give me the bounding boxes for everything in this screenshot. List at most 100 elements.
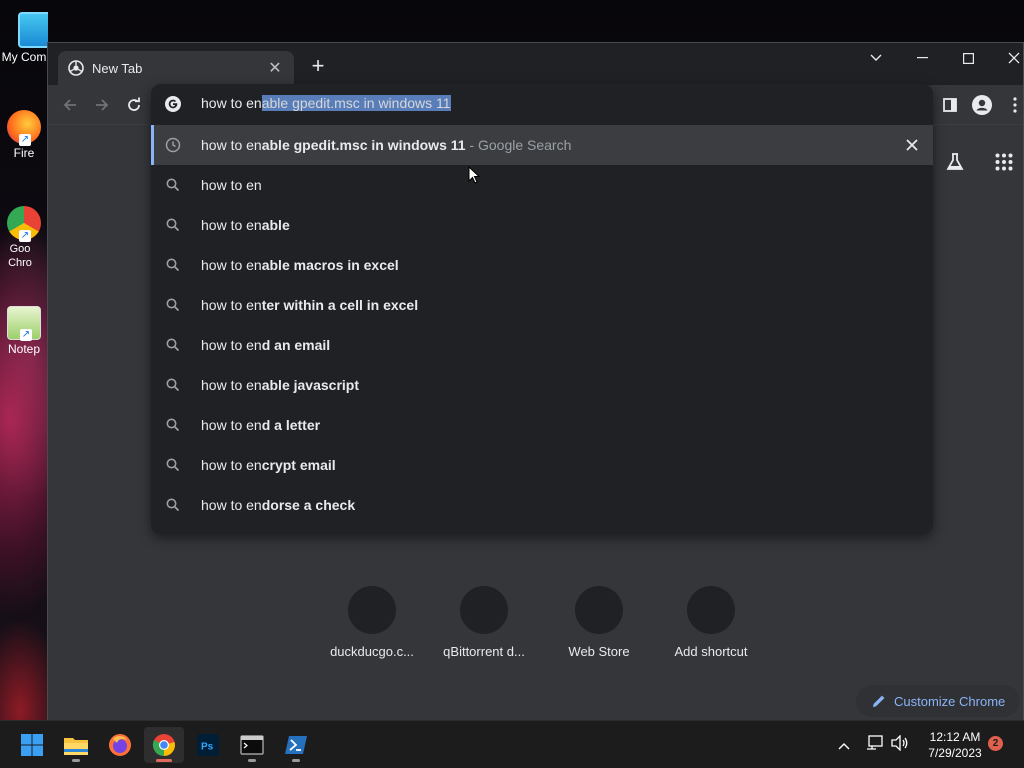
taskbar-powershell[interactable] <box>276 727 316 763</box>
desktop-icon-label: Goo Chro <box>8 243 32 269</box>
powershell-icon <box>285 736 307 754</box>
monitor-icon <box>18 12 48 48</box>
suggestion-completion: able gpedit.msc in windows 11 <box>261 137 466 153</box>
volume-tray-button[interactable] <box>891 734 909 756</box>
taskbar-clock[interactable]: 12:12 AM 7/29/2023 <box>918 729 992 761</box>
profile-button[interactable] <box>970 93 994 117</box>
shortcut-tile[interactable]: qBittorrent d... <box>428 586 540 659</box>
customize-chrome-label: Customize Chrome <box>894 693 1006 709</box>
labs-button[interactable] <box>941 148 969 176</box>
desktop-icon-chrome[interactable]: ↗ Goo Chro <box>0 206 48 270</box>
shortcut-label: Web Store <box>568 644 630 659</box>
suggestion-completion: able macros in excel <box>261 257 399 273</box>
suggestion-meta: - Google Search <box>465 137 572 153</box>
notification-badge[interactable]: 2 <box>988 736 1003 751</box>
search-icon <box>166 218 180 232</box>
suggestion-text: how to encrypt email <box>201 457 336 473</box>
taskbar-firefox[interactable] <box>100 727 140 763</box>
search-icon <box>166 418 180 432</box>
terminal-icon <box>240 735 264 755</box>
history-icon <box>165 137 181 153</box>
suggestion-item[interactable]: how to enable gpedit.msc in windows 11 -… <box>151 125 933 165</box>
forward-button[interactable] <box>90 93 114 117</box>
running-indicator <box>156 759 172 762</box>
running-indicator <box>248 759 256 762</box>
shortcut-label: Add shortcut <box>674 644 748 659</box>
desktop-icon-label: My Com <box>1 50 47 64</box>
title-bar: New Tab ✕ + <box>48 43 1023 85</box>
suggestion-item[interactable]: how to enable macros in excel <box>151 245 933 285</box>
suggestion-item[interactable]: how to endorse a check <box>151 485 933 525</box>
side-panel-button[interactable] <box>938 93 962 117</box>
maximize-button[interactable] <box>945 43 991 73</box>
suggestion-prefix: how to en <box>201 257 262 273</box>
suggestion-item[interactable]: how to enter within a cell in excel <box>151 285 933 325</box>
desktop-icon-firefox[interactable]: ↗ Fire <box>0 110 48 160</box>
chrome-favicon-icon <box>68 60 84 76</box>
suggestion-completion: able <box>261 217 290 233</box>
suggestion-item[interactable]: how to enable javascript <box>151 365 933 405</box>
show-hidden-icons-button[interactable] <box>838 737 850 755</box>
volume-icon <box>891 734 908 752</box>
suggestion-prefix: how to en <box>201 297 262 313</box>
suggestion-prefix: how to en <box>201 217 262 233</box>
suggestion-completion: dorse a check <box>261 497 356 513</box>
shortcut-label: qBittorrent d... <box>443 644 525 659</box>
suggestion-item[interactable]: how to end an email <box>151 325 933 365</box>
shortcut-tile[interactable]: Web Store <box>543 586 655 659</box>
taskbar-chrome[interactable] <box>144 727 184 763</box>
new-tab-button[interactable]: + <box>306 55 330 79</box>
remove-suggestion-icon[interactable] <box>903 136 921 154</box>
network-tray-button[interactable] <box>866 735 884 756</box>
reload-button[interactable] <box>122 93 146 117</box>
apps-button[interactable] <box>990 148 1018 176</box>
firefox-icon <box>109 734 131 756</box>
omnibox-input[interactable]: how to enable gpedit.msc in windows 11 <box>201 95 451 111</box>
chevron-down-icon <box>870 54 882 61</box>
suggestion-text: how to enable gpedit.msc in windows 11 -… <box>201 137 571 153</box>
running-indicator <box>72 759 80 762</box>
suggestion-prefix: how to en <box>201 377 262 393</box>
menu-button[interactable] <box>1003 93 1024 117</box>
more-vert-icon <box>1013 97 1017 113</box>
address-bar[interactable]: how to enable gpedit.msc in windows 11 <box>151 84 933 124</box>
taskbar: Ps 12:12 AM 7/29/2023 <box>0 720 1024 768</box>
minimize-icon <box>916 57 928 59</box>
close-tab-icon[interactable]: ✕ <box>266 58 284 78</box>
suggestion-text: how to enable <box>201 217 290 233</box>
google-icon <box>165 96 181 112</box>
suggestion-text: how to enable javascript <box>201 377 359 393</box>
taskbar-file-explorer[interactable] <box>56 727 96 763</box>
chrome-icon <box>152 734 175 756</box>
desktop-icon-notepad[interactable]: ↗ Notep <box>0 306 48 356</box>
clock-time: 12:12 AM <box>929 730 981 744</box>
tab-search-button[interactable] <box>853 43 899 73</box>
taskbar-terminal[interactable] <box>232 727 272 763</box>
suggestion-text: how to en <box>201 177 262 193</box>
desktop-icon-my-computer[interactable]: My Com <box>0 12 48 64</box>
suggestion-item[interactable]: how to enable <box>151 205 933 245</box>
photoshop-icon: Ps <box>197 734 219 756</box>
suggestion-item[interactable]: how to end a letter <box>151 405 933 445</box>
shortcut-favicon <box>460 586 508 634</box>
customize-chrome-button[interactable]: Customize Chrome <box>856 685 1020 717</box>
search-icon <box>166 258 180 272</box>
tab-title: New Tab <box>92 60 143 76</box>
suggestion-completion: able javascript <box>261 377 359 393</box>
suggestion-completion: d an email <box>261 337 331 353</box>
shortcut-tile[interactable]: duckducgo.c... <box>316 586 428 659</box>
suggestion-item[interactable]: how to encrypt email <box>151 445 933 485</box>
suggestion-prefix: how to en <box>201 137 262 153</box>
minimize-button[interactable] <box>899 43 945 73</box>
suggestion-item[interactable]: how to en <box>151 165 933 205</box>
add-shortcut-tile[interactable]: Add shortcut <box>655 586 767 659</box>
start-button[interactable] <box>12 727 52 763</box>
suggestion-text: how to enter within a cell in excel <box>201 297 418 313</box>
profile-icon <box>972 95 992 115</box>
taskbar-photoshop[interactable]: Ps <box>188 727 228 763</box>
back-button[interactable] <box>58 93 82 117</box>
close-window-button[interactable] <box>991 43 1024 73</box>
notepad-icon: ↗ <box>7 306 41 341</box>
network-icon <box>867 735 883 750</box>
tab-new-tab[interactable]: New Tab ✕ <box>58 51 294 85</box>
